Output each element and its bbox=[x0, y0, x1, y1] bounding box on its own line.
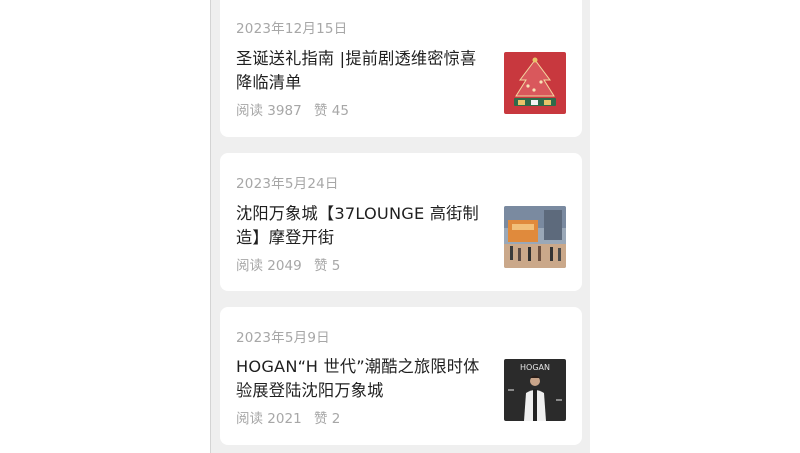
article-card[interactable]: 2023年5月9日 HOGAN“H 世代”潮酷之旅限时体验展登陆沈阳万象城 阅读… bbox=[220, 307, 582, 445]
article-card[interactable]: 2023年5月24日 沈阳万象城【37LOUNGE 高街制造】摩登开街 阅读 2… bbox=[220, 153, 582, 291]
article-title[interactable]: 沈阳万象城【37LOUNGE 高街制造】摩登开街 bbox=[236, 202, 484, 250]
article-stats: 阅读 3987 赞 45 bbox=[236, 99, 349, 119]
christmas-tree-thumbnail[interactable] bbox=[504, 52, 566, 114]
article-stats: 阅读 2049 赞 5 bbox=[236, 254, 340, 274]
likes-label: 赞 bbox=[313, 103, 328, 119]
article-list[interactable]: 2023年12月15日 圣诞送礼指南 |提前剧透维密惊喜降临清单 阅读 3987… bbox=[210, 0, 590, 453]
likes-count: 2 bbox=[331, 411, 341, 427]
reads-count: 2021 bbox=[267, 411, 302, 427]
reads-count: 3987 bbox=[267, 103, 302, 119]
article-date: 2023年5月9日 bbox=[236, 330, 330, 346]
likes-label: 赞 bbox=[313, 258, 328, 274]
likes-count: 45 bbox=[331, 103, 349, 119]
hogan-portrait-thumbnail[interactable]: HOGAN bbox=[504, 359, 566, 421]
reads-label: 阅读 bbox=[236, 103, 263, 119]
likes-label: 赞 bbox=[313, 411, 328, 427]
street-event-thumbnail[interactable] bbox=[504, 206, 566, 268]
article-date: 2023年5月24日 bbox=[236, 176, 339, 192]
article-title[interactable]: HOGAN“H 世代”潮酷之旅限时体验展登陆沈阳万象城 bbox=[236, 355, 484, 403]
svg-text:HOGAN: HOGAN bbox=[520, 363, 550, 372]
likes-count: 5 bbox=[331, 258, 341, 274]
reads-label: 阅读 bbox=[236, 411, 263, 427]
reads-label: 阅读 bbox=[236, 258, 263, 274]
article-stats: 阅读 2021 赞 2 bbox=[236, 407, 340, 427]
reads-count: 2049 bbox=[267, 258, 302, 274]
article-date: 2023年12月15日 bbox=[236, 21, 348, 37]
article-card[interactable]: 2023年12月15日 圣诞送礼指南 |提前剧透维密惊喜降临清单 阅读 3987… bbox=[220, 0, 582, 137]
article-title[interactable]: 圣诞送礼指南 |提前剧透维密惊喜降临清单 bbox=[236, 47, 484, 95]
